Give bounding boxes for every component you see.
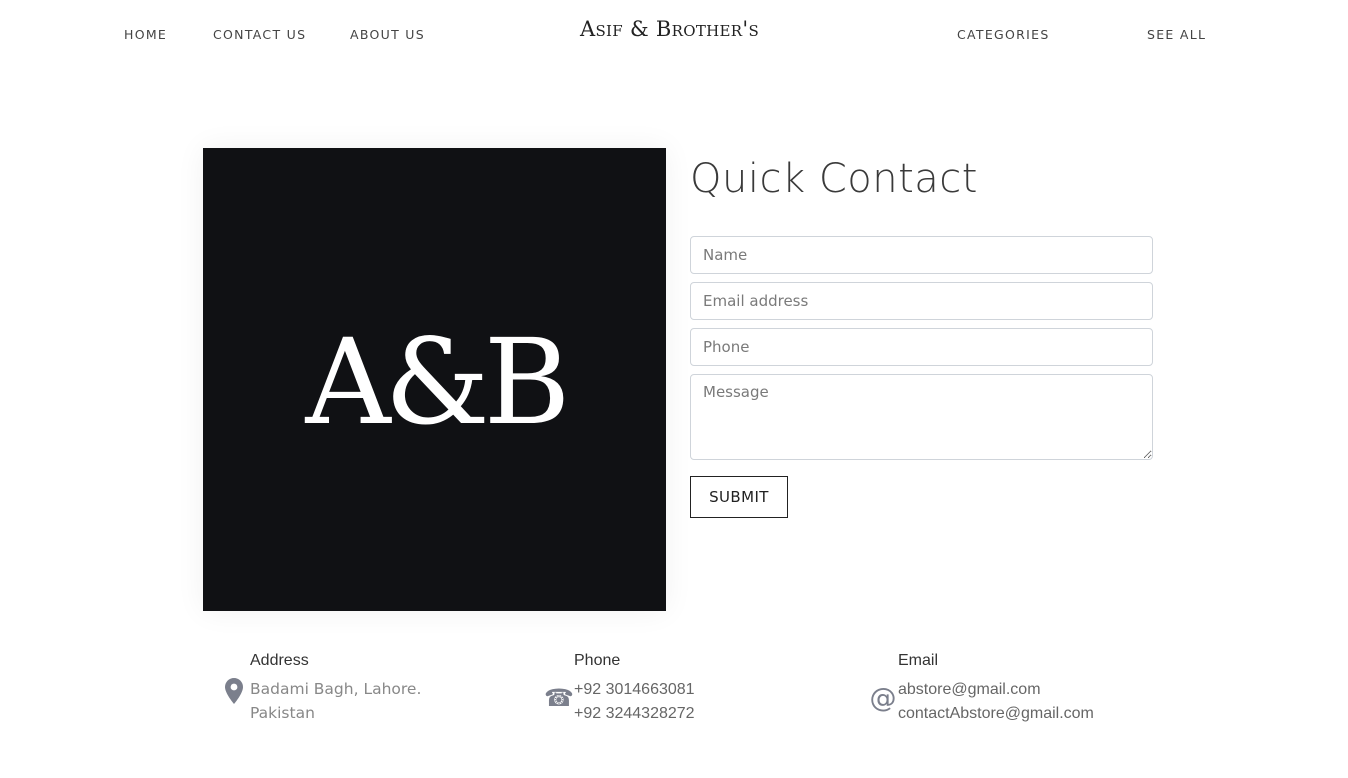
email-heading: Email (898, 652, 939, 669)
phone-line-1[interactable]: +92 3014663081 (574, 681, 695, 699)
phone-input[interactable] (690, 328, 1153, 366)
telephone-icon: ☎ (544, 684, 574, 712)
top-navigation: HOME CONTACT US ABOUT US Asif & Brother'… (0, 0, 1348, 66)
brand-logo-text[interactable]: Asif & Brother's (580, 17, 759, 41)
logo-monogram-text: A&B (304, 313, 564, 451)
map-pin-icon (224, 677, 244, 705)
quick-contact-title: Quick Contact (690, 156, 978, 202)
address-heading: Address (250, 652, 309, 669)
email-line-2[interactable]: contactAbstore@gmail.com (898, 705, 1094, 723)
ab-monogram-logo: A&B (304, 313, 570, 451)
email-line-1[interactable]: abstore@gmail.com (898, 681, 1041, 699)
message-textarea[interactable] (690, 374, 1153, 460)
nav-contact-link[interactable]: CONTACT US (213, 27, 306, 42)
submit-button[interactable]: SUBMIT (690, 476, 788, 518)
address-line-2: Pakistan (250, 704, 315, 722)
nav-home-link[interactable]: HOME (124, 27, 167, 42)
phone-line-2[interactable]: +92 3244328272 (574, 705, 695, 723)
at-sign-icon: @ (869, 682, 897, 714)
brand-logo-image: A&B (203, 148, 666, 611)
phone-heading: Phone (574, 652, 621, 669)
nav-categories-link[interactable]: CATEGORIES (957, 27, 1050, 42)
name-input[interactable] (690, 236, 1153, 274)
nav-about-link[interactable]: ABOUT US (350, 27, 425, 42)
email-input[interactable] (690, 282, 1153, 320)
nav-see-all-link[interactable]: SEE ALL (1147, 27, 1206, 42)
address-line-1: Badami Bagh, Lahore. (250, 680, 422, 698)
